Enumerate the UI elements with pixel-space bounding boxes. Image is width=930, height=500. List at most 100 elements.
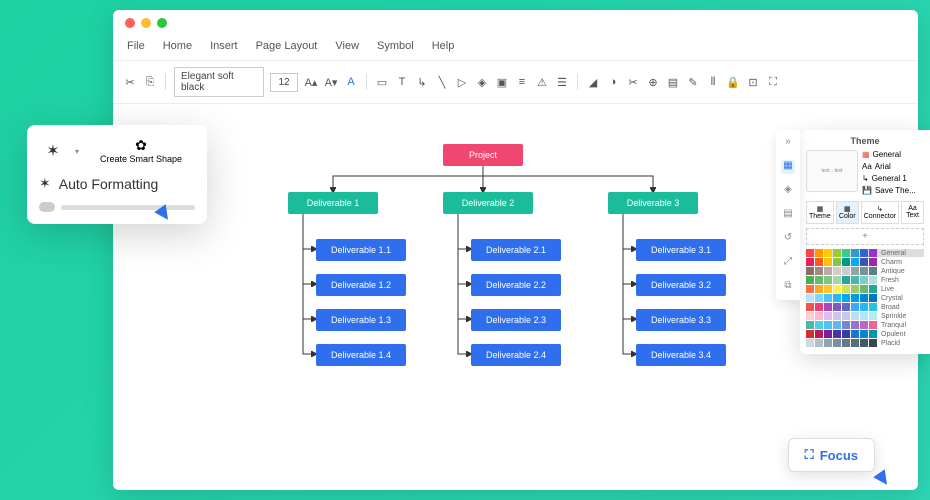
tab-color[interactable]: ▦Color (836, 201, 859, 224)
arrange-icon[interactable]: ☰ (555, 75, 569, 89)
node-d1-4[interactable]: Deliverable 1.4 (316, 344, 406, 366)
palette-charm[interactable]: Charm (806, 258, 924, 266)
page-side-icon[interactable]: ▤ (781, 208, 795, 222)
font-decrease-icon[interactable]: A▾ (324, 75, 338, 89)
fill-icon[interactable]: ◢ (586, 75, 600, 89)
layers-side-icon[interactable]: ◈ (781, 184, 795, 198)
layers-icon[interactable]: ◈ (475, 75, 489, 89)
side-tool-rail: » ▦ ◈ ▤ ↺ ⤢ ⧉ (776, 130, 800, 300)
node-d1-3[interactable]: Deliverable 1.3 (316, 309, 406, 331)
node-d2-2[interactable]: Deliverable 2.2 (471, 274, 561, 296)
auto-formatting-label: Auto Formatting (59, 176, 159, 192)
maximize-icon[interactable] (157, 18, 167, 28)
menu-view[interactable]: View (335, 40, 359, 52)
menu-help[interactable]: Help (432, 40, 455, 52)
menu-insert[interactable]: Insert (210, 40, 238, 52)
warning-icon[interactable]: ⚠ (535, 75, 549, 89)
node-d1-2[interactable]: Deliverable 1.2 (316, 274, 406, 296)
palette-crystal[interactable]: Crystal (806, 294, 924, 302)
palette-opulent[interactable]: Opulent (806, 330, 924, 338)
window-controls (113, 10, 918, 36)
palette-broad[interactable]: Broad (806, 303, 924, 311)
theme-preview[interactable]: text→text (806, 150, 858, 192)
font-increase-icon[interactable]: A▴ (304, 75, 318, 89)
grid-icon[interactable]: ▦ (781, 160, 795, 174)
collapse-icon[interactable]: » (781, 136, 795, 150)
connector-icon[interactable]: ↳ (415, 75, 429, 89)
burst-icon: ✶ (39, 175, 51, 192)
auto-formatting-button[interactable]: ✶ Auto Formatting (39, 175, 195, 192)
minimize-icon[interactable] (141, 18, 151, 28)
node-d1-1[interactable]: Deliverable 1.1 (316, 239, 406, 261)
palette-placid[interactable]: Placid (806, 339, 924, 347)
text-tool-icon[interactable]: T (395, 75, 409, 89)
create-smart-shape-label: Create Smart Shape (87, 154, 195, 165)
page-icon[interactable]: ▤ (666, 75, 680, 89)
node-deliverable-2[interactable]: Deliverable 2 (443, 192, 533, 214)
edit-icon[interactable]: ✎ (686, 75, 700, 89)
focus-icon: ⛶ (805, 447, 814, 463)
theme-panel: » ▦ ◈ ▤ ↺ ⤢ ⧉ Theme text→text ▦General A… (800, 130, 930, 354)
menu-home[interactable]: Home (163, 40, 192, 52)
add-palette-button[interactable]: + (806, 228, 924, 245)
theme-opt-save[interactable]: 💾Save The... (862, 186, 924, 195)
group-icon[interactable]: ▣ (495, 75, 509, 89)
format-slider[interactable] (39, 202, 195, 212)
theme-opt-general1[interactable]: ↳General 1 (862, 174, 924, 183)
shape-rect-icon[interactable]: ▭ (375, 75, 389, 89)
palette-antique[interactable]: Antique (806, 267, 924, 275)
link-icon[interactable]: ⧉ (781, 280, 795, 294)
palette-fresh[interactable]: Fresh (806, 276, 924, 284)
node-d3-1[interactable]: Deliverable 3.1 (636, 239, 726, 261)
settings-icon[interactable]: ⫴ (706, 75, 720, 89)
node-d2-3[interactable]: Deliverable 2.3 (471, 309, 561, 331)
shadow-icon[interactable]: ◑ (606, 75, 620, 89)
tab-theme[interactable]: ▦Theme (806, 201, 834, 224)
tab-connector[interactable]: ↳Connector (861, 201, 899, 224)
focus-button[interactable]: ⛶ Focus (788, 438, 875, 472)
theme-title: Theme (806, 136, 924, 146)
menubar: File Home Insert Page Layout View Symbol… (113, 36, 918, 60)
node-d3-3[interactable]: Deliverable 3.3 (636, 309, 726, 331)
zoom-icon[interactable]: ⊕ (646, 75, 660, 89)
auto-format-popup: ✶ ▾ ✿ Create Smart Shape ✶ Auto Formatti… (27, 125, 207, 224)
palette-tranquil[interactable]: Tranquil (806, 321, 924, 329)
menu-symbol[interactable]: Symbol (377, 40, 414, 52)
expand-icon[interactable]: ⛶ (766, 75, 780, 89)
lock-icon[interactable]: 🔒 (726, 75, 740, 89)
close-icon[interactable] (125, 18, 135, 28)
cut-icon[interactable]: ✂ (123, 75, 137, 89)
crop-icon[interactable]: ✂ (626, 75, 640, 89)
copy-icon[interactable]: ⎘ (143, 75, 157, 89)
theme-opt-arial[interactable]: AaArial (862, 162, 924, 171)
palette-sprinkle[interactable]: Sprinkle (806, 312, 924, 320)
font-selector[interactable]: Elegant soft black (174, 67, 264, 97)
palette-live[interactable]: Live (806, 285, 924, 293)
font-color-icon[interactable]: A (344, 75, 358, 89)
node-deliverable-1[interactable]: Deliverable 1 (288, 192, 378, 214)
menu-file[interactable]: File (127, 40, 145, 52)
node-deliverable-3[interactable]: Deliverable 3 (608, 192, 698, 214)
resize-icon[interactable]: ⤢ (781, 256, 795, 270)
menu-page-layout[interactable]: Page Layout (256, 40, 318, 52)
smart-shape-icon[interactable]: ✿ (87, 137, 195, 154)
node-d2-4[interactable]: Deliverable 2.4 (471, 344, 561, 366)
align-icon[interactable]: ≡ (515, 75, 529, 89)
font-size[interactable]: 12 (270, 73, 298, 92)
burst-icon[interactable]: ✶ (39, 137, 67, 165)
more-icon[interactable]: ⊡ (746, 75, 760, 89)
chevron-down-icon[interactable]: ▾ (75, 147, 79, 156)
tab-text[interactable]: AaText (901, 201, 924, 224)
pointer-icon[interactable]: ▷ (455, 75, 469, 89)
history-icon[interactable]: ↺ (781, 232, 795, 246)
node-d3-4[interactable]: Deliverable 3.4 (636, 344, 726, 366)
node-d2-1[interactable]: Deliverable 2.1 (471, 239, 561, 261)
toolbar: ✂ ⎘ Elegant soft black 12 A▴ A▾ A ▭ T ↳ … (113, 60, 918, 104)
node-d3-2[interactable]: Deliverable 3.2 (636, 274, 726, 296)
theme-opt-general[interactable]: ▦General (862, 150, 924, 159)
focus-label: Focus (820, 448, 858, 463)
palette-general[interactable]: General (806, 249, 924, 257)
line-icon[interactable]: ╲ (435, 75, 449, 89)
palette-list: GeneralCharmAntiqueFreshLiveCrystalBroad… (806, 249, 924, 347)
node-project[interactable]: Project (443, 144, 523, 166)
